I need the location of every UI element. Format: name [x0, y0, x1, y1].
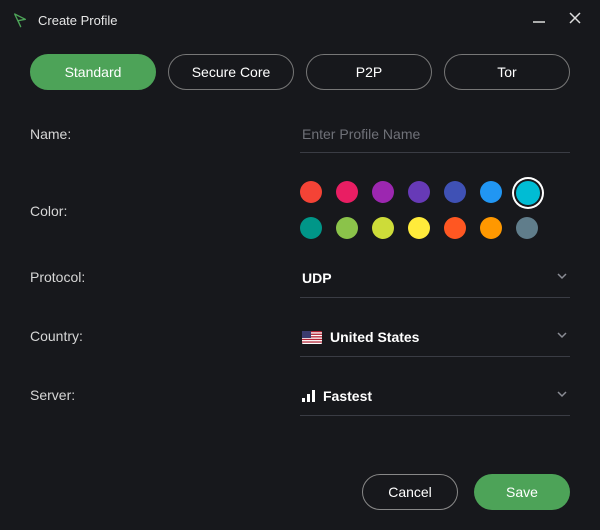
protocol-label: Protocol: — [30, 263, 280, 298]
name-label: Name: — [30, 120, 280, 153]
window-controls — [532, 11, 588, 29]
flag-us-icon — [302, 331, 322, 344]
color-swatch[interactable] — [300, 181, 322, 203]
color-swatch[interactable] — [408, 217, 430, 239]
protocol-select[interactable]: UDP — [300, 263, 570, 298]
server-label: Server: — [30, 381, 280, 416]
color-swatch-grid — [300, 177, 570, 239]
color-swatch[interactable] — [444, 181, 466, 203]
country-text: United States — [330, 329, 419, 345]
color-swatch[interactable] — [372, 181, 394, 203]
chevron-down-icon — [556, 387, 568, 405]
save-button[interactable]: Save — [474, 474, 570, 510]
cancel-button[interactable]: Cancel — [362, 474, 458, 510]
color-swatch[interactable] — [336, 217, 358, 239]
country-label: Country: — [30, 322, 280, 357]
server-text: Fastest — [323, 388, 372, 404]
signal-bars-icon — [302, 390, 315, 402]
chevron-down-icon — [556, 269, 568, 287]
minimize-button[interactable] — [532, 11, 546, 29]
footer-actions: Cancel Save — [362, 474, 570, 510]
tab-standard[interactable]: Standard — [30, 54, 156, 90]
profile-type-tabs: Standard Secure Core P2P Tor — [30, 54, 570, 90]
color-label: Color: — [30, 197, 280, 219]
app-logo-icon — [12, 12, 28, 28]
profile-name-input[interactable] — [300, 120, 570, 153]
window-title: Create Profile — [38, 13, 532, 28]
color-swatch[interactable] — [480, 181, 502, 203]
tab-secure-core[interactable]: Secure Core — [168, 54, 294, 90]
chevron-down-icon — [556, 328, 568, 346]
protocol-value: UDP — [302, 270, 332, 286]
close-button[interactable] — [568, 11, 582, 29]
color-swatch[interactable] — [444, 217, 466, 239]
server-value: Fastest — [302, 388, 372, 404]
color-swatch[interactable] — [408, 181, 430, 203]
tab-p2p[interactable]: P2P — [306, 54, 432, 90]
color-swatch[interactable] — [336, 181, 358, 203]
color-swatch[interactable] — [516, 181, 540, 205]
color-swatch[interactable] — [372, 217, 394, 239]
country-value: United States — [302, 329, 419, 345]
titlebar: Create Profile — [0, 0, 600, 40]
server-select[interactable]: Fastest — [300, 381, 570, 416]
color-swatch[interactable] — [480, 217, 502, 239]
color-swatch[interactable] — [300, 217, 322, 239]
color-swatch[interactable] — [516, 217, 538, 239]
country-select[interactable]: United States — [300, 322, 570, 357]
tab-tor[interactable]: Tor — [444, 54, 570, 90]
